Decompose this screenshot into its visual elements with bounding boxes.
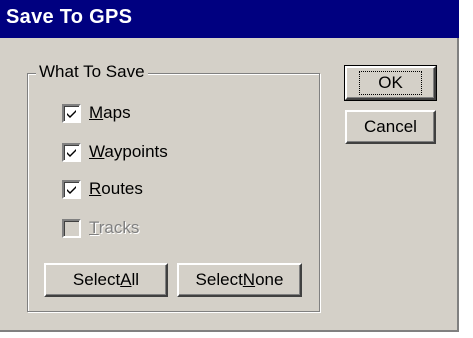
ok-label: OK xyxy=(359,71,422,95)
maps-checkbox-row[interactable]: Maps xyxy=(62,102,131,124)
waypoints-checkbox[interactable] xyxy=(62,142,81,162)
waypoints-label: Waypoints xyxy=(89,142,168,161)
tracks-checkbox-row: Tracks xyxy=(62,217,139,239)
maps-checkbox[interactable] xyxy=(62,103,81,123)
routes-checkbox-row[interactable]: Routes xyxy=(62,178,143,200)
checkmark-icon xyxy=(67,148,76,157)
cancel-label: Cancel xyxy=(364,117,417,136)
group-label: What To Save xyxy=(36,62,148,82)
select-none-button[interactable]: Select None xyxy=(177,263,302,297)
checkmark-icon xyxy=(67,109,76,118)
routes-checkbox[interactable] xyxy=(62,179,81,199)
cancel-button[interactable]: Cancel xyxy=(345,110,436,144)
ok-button[interactable]: OK xyxy=(344,65,437,101)
waypoints-checkbox-row[interactable]: Waypoints xyxy=(62,141,168,163)
title-bar[interactable]: Save To GPS xyxy=(0,0,459,38)
tracks-checkbox xyxy=(62,218,81,238)
checkmark-icon xyxy=(67,185,76,194)
routes-label: Routes xyxy=(89,179,143,198)
maps-label: Maps xyxy=(89,103,131,122)
window-title: Save To GPS xyxy=(6,6,133,28)
select-all-button[interactable]: Select All xyxy=(44,263,168,297)
tracks-label: Tracks xyxy=(89,218,140,237)
save-to-gps-dialog: Save To GPS What To Save Maps Waypoints … xyxy=(0,0,459,332)
